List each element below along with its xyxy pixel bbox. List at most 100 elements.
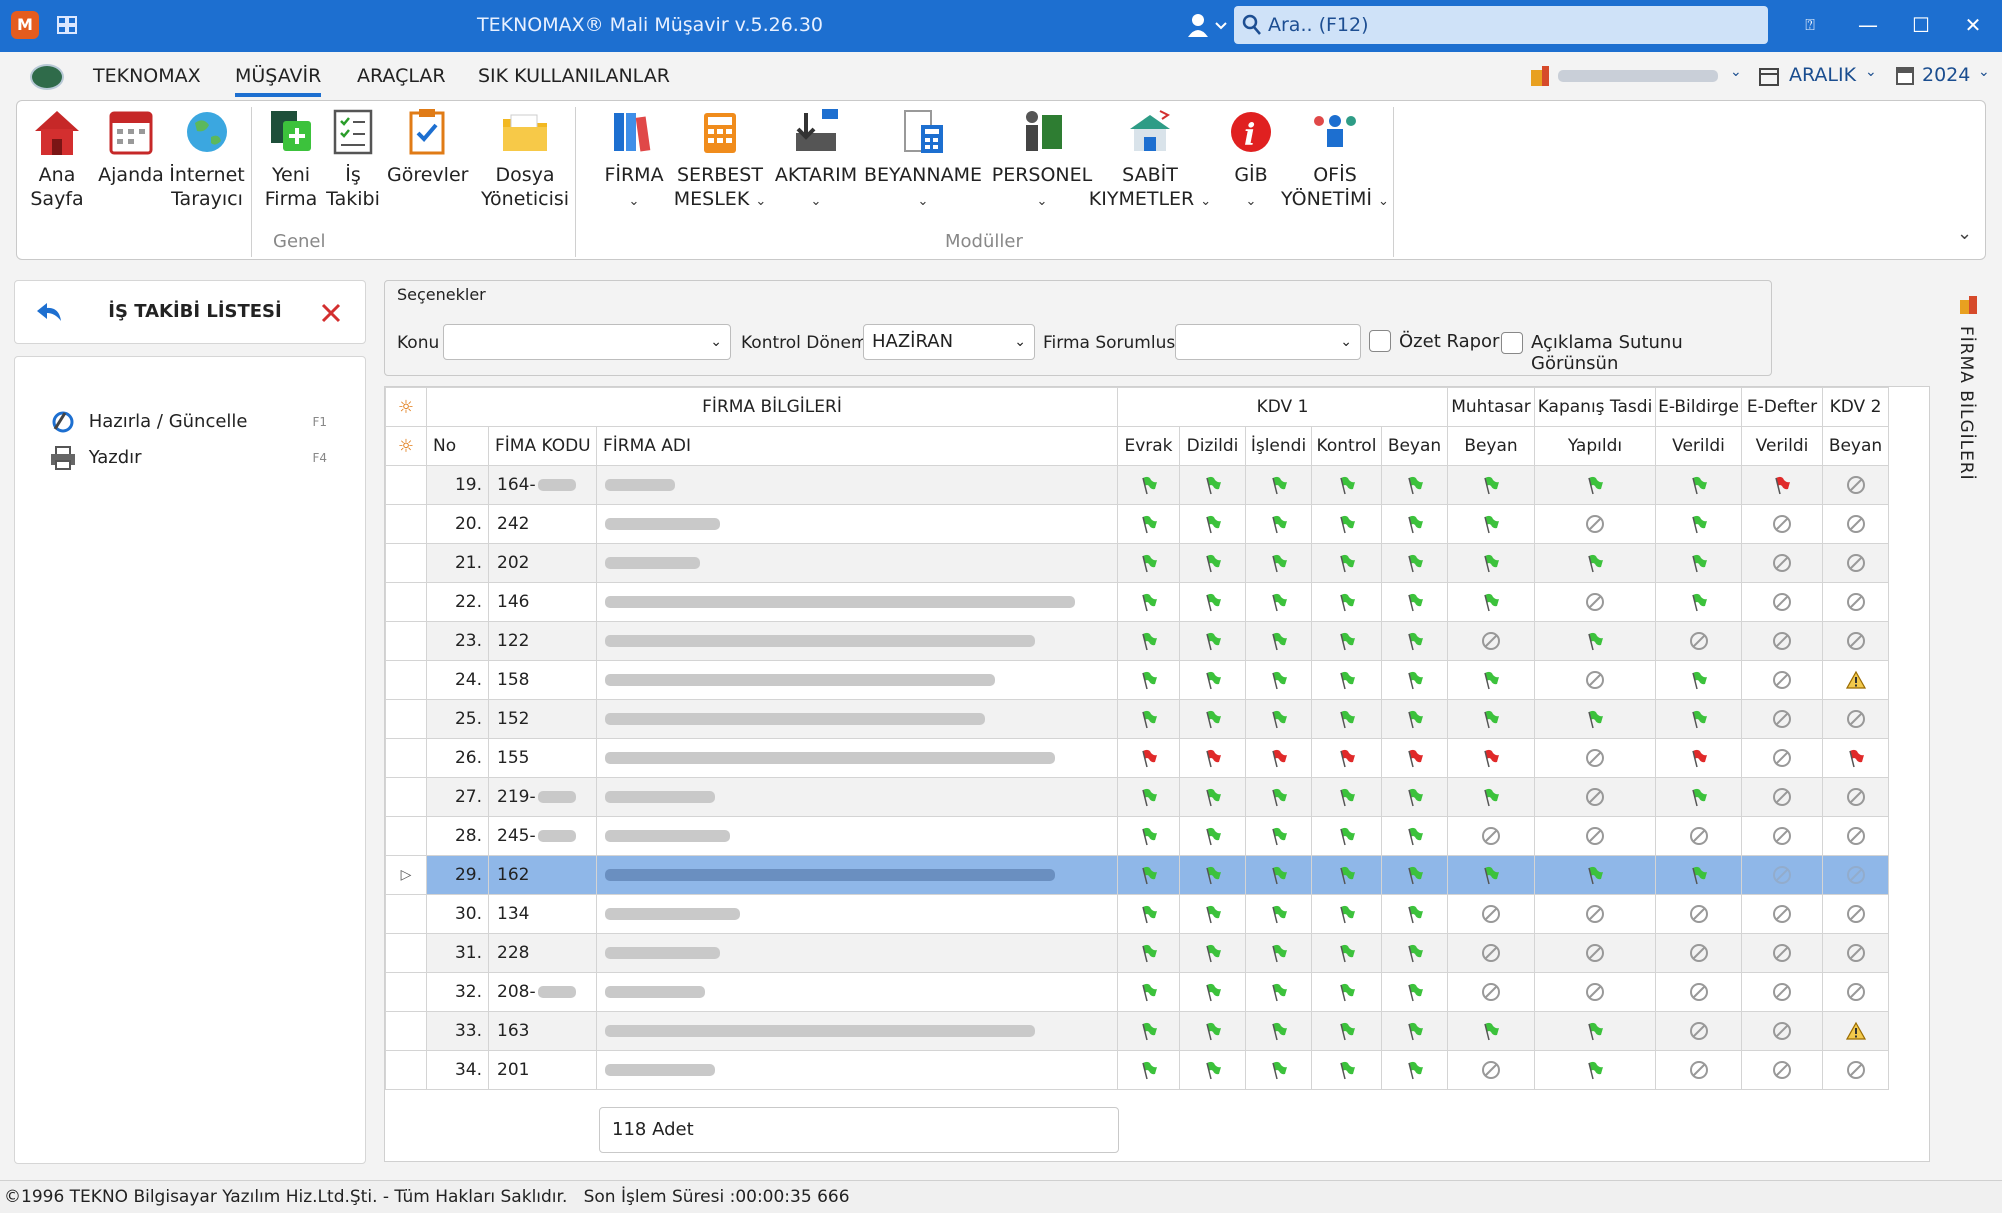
status-cell[interactable] — [1381, 660, 1448, 700]
status-cell[interactable] — [1117, 621, 1180, 661]
fima-kodu-header[interactable]: FİMA KODU — [488, 426, 597, 466]
status-cell[interactable] — [1447, 738, 1535, 778]
row-indicator[interactable] — [385, 582, 427, 622]
status-cell[interactable] — [1822, 894, 1889, 934]
status-cell[interactable] — [1741, 894, 1823, 934]
status-cell[interactable] — [1534, 855, 1656, 895]
status-cell[interactable] — [1741, 504, 1823, 544]
status-cell[interactable] — [1381, 465, 1448, 505]
status-cell[interactable] — [1179, 660, 1246, 700]
ozet-rapor-checkbox[interactable] — [1369, 330, 1391, 352]
status-cell[interactable] — [1179, 621, 1246, 661]
search-input[interactable]: Ara.. (F12) — [1234, 6, 1768, 44]
status-cell[interactable] — [1655, 816, 1742, 856]
status-cell[interactable] — [1117, 543, 1180, 583]
status-cell[interactable] — [1311, 1011, 1382, 1051]
status-cell[interactable] — [1381, 699, 1448, 739]
status-cell[interactable] — [1822, 504, 1889, 544]
status-cell[interactable] — [1741, 660, 1823, 700]
status-cell[interactable] — [1447, 855, 1535, 895]
status-cell[interactable] — [1534, 933, 1656, 973]
table-row[interactable]: 33. 163 — [385, 1011, 1889, 1051]
row-indicator[interactable] — [385, 894, 427, 934]
status-cell[interactable] — [1822, 465, 1889, 505]
status-cell[interactable] — [1822, 855, 1889, 895]
status-cell[interactable] — [1179, 816, 1246, 856]
status-cell[interactable] — [1534, 738, 1656, 778]
status-cell[interactable] — [1655, 582, 1742, 622]
table-row[interactable]: 31. 228 — [385, 933, 1889, 973]
table-row[interactable]: 26. 155 — [385, 738, 1889, 778]
back-arrow-icon[interactable] — [35, 301, 63, 323]
edefter-verildi-header[interactable]: Verildi — [1741, 426, 1823, 466]
status-cell[interactable] — [1311, 894, 1382, 934]
status-cell[interactable] — [1311, 738, 1382, 778]
status-cell[interactable] — [1245, 504, 1312, 544]
help-icon[interactable]: ⍰ — [1795, 10, 1825, 40]
status-cell[interactable] — [1117, 816, 1180, 856]
status-cell[interactable] — [1179, 465, 1246, 505]
status-cell[interactable] — [1741, 816, 1823, 856]
status-cell[interactable] — [1179, 777, 1246, 817]
row-indicator[interactable] — [385, 777, 427, 817]
status-cell[interactable] — [1741, 465, 1823, 505]
status-cell[interactable] — [1381, 543, 1448, 583]
status-cell[interactable] — [1311, 1050, 1382, 1090]
status-cell[interactable] — [1534, 972, 1656, 1012]
menu-araclar[interactable]: ARAÇLAR — [357, 65, 446, 87]
ofis-yonetimi-module-button[interactable]: OFİS YÖNETİMİ ⌄ — [1267, 107, 1403, 214]
app-logo[interactable]: M — [11, 11, 39, 39]
status-cell[interactable] — [1117, 738, 1180, 778]
year-chevron-icon[interactable]: ⌄ — [1978, 64, 1990, 80]
menu-sik-kullanilanlar[interactable]: SIK KULLANILANLAR — [478, 65, 670, 87]
status-cell[interactable] — [1117, 972, 1180, 1012]
status-cell[interactable] — [1311, 933, 1382, 973]
status-cell[interactable] — [1822, 699, 1889, 739]
status-cell[interactable] — [1179, 543, 1246, 583]
status-cell[interactable] — [1822, 972, 1889, 1012]
status-cell[interactable] — [1245, 1011, 1312, 1051]
status-cell[interactable] — [1534, 582, 1656, 622]
company-building-icon[interactable] — [1528, 64, 1552, 88]
status-cell[interactable] — [1655, 504, 1742, 544]
aciklama-sutunu-checkbox[interactable] — [1501, 332, 1523, 354]
status-cell[interactable] — [1245, 816, 1312, 856]
status-cell[interactable] — [1822, 660, 1889, 700]
close-button[interactable]: ✕ — [1958, 10, 1988, 40]
status-cell[interactable] — [1655, 894, 1742, 934]
status-cell[interactable] — [1822, 582, 1889, 622]
row-indicator[interactable] — [385, 816, 427, 856]
status-cell[interactable] — [1381, 816, 1448, 856]
status-cell[interactable] — [1179, 972, 1246, 1012]
status-cell[interactable] — [1822, 738, 1889, 778]
yeni-firma-button[interactable]: Yeni Firma — [261, 107, 321, 211]
status-cell[interactable] — [1534, 660, 1656, 700]
status-cell[interactable] — [1117, 699, 1180, 739]
status-cell[interactable] — [1245, 972, 1312, 1012]
status-cell[interactable] — [1179, 738, 1246, 778]
status-cell[interactable] — [1179, 1011, 1246, 1051]
status-cell[interactable] — [1741, 1011, 1823, 1051]
konu-select[interactable]: ⌄ — [443, 324, 731, 360]
status-cell[interactable] — [1822, 816, 1889, 856]
status-cell[interactable] — [1117, 582, 1180, 622]
status-cell[interactable] — [1822, 543, 1889, 583]
status-cell[interactable] — [1447, 699, 1535, 739]
status-cell[interactable] — [1534, 543, 1656, 583]
table-row[interactable]: 27. 219- — [385, 777, 1889, 817]
status-cell[interactable] — [1655, 972, 1742, 1012]
status-cell[interactable] — [1741, 543, 1823, 583]
row-indicator[interactable] — [385, 465, 427, 505]
company-chevron-icon[interactable]: ⌄ — [1730, 64, 1742, 80]
row-indicator[interactable] — [385, 504, 427, 544]
status-cell[interactable] — [1179, 1050, 1246, 1090]
status-cell[interactable] — [1655, 855, 1742, 895]
ana-sayfa-button[interactable]: Ana Sayfa — [27, 107, 87, 211]
yazdir-action[interactable]: Yazdır — [49, 445, 142, 471]
close-icon[interactable] — [321, 303, 341, 323]
status-cell[interactable] — [1534, 1011, 1656, 1051]
kdv1-beyan-header[interactable]: Beyan — [1381, 426, 1448, 466]
table-row[interactable]: 20. 242 — [385, 504, 1889, 544]
status-cell[interactable] — [1245, 738, 1312, 778]
status-cell[interactable] — [1447, 972, 1535, 1012]
